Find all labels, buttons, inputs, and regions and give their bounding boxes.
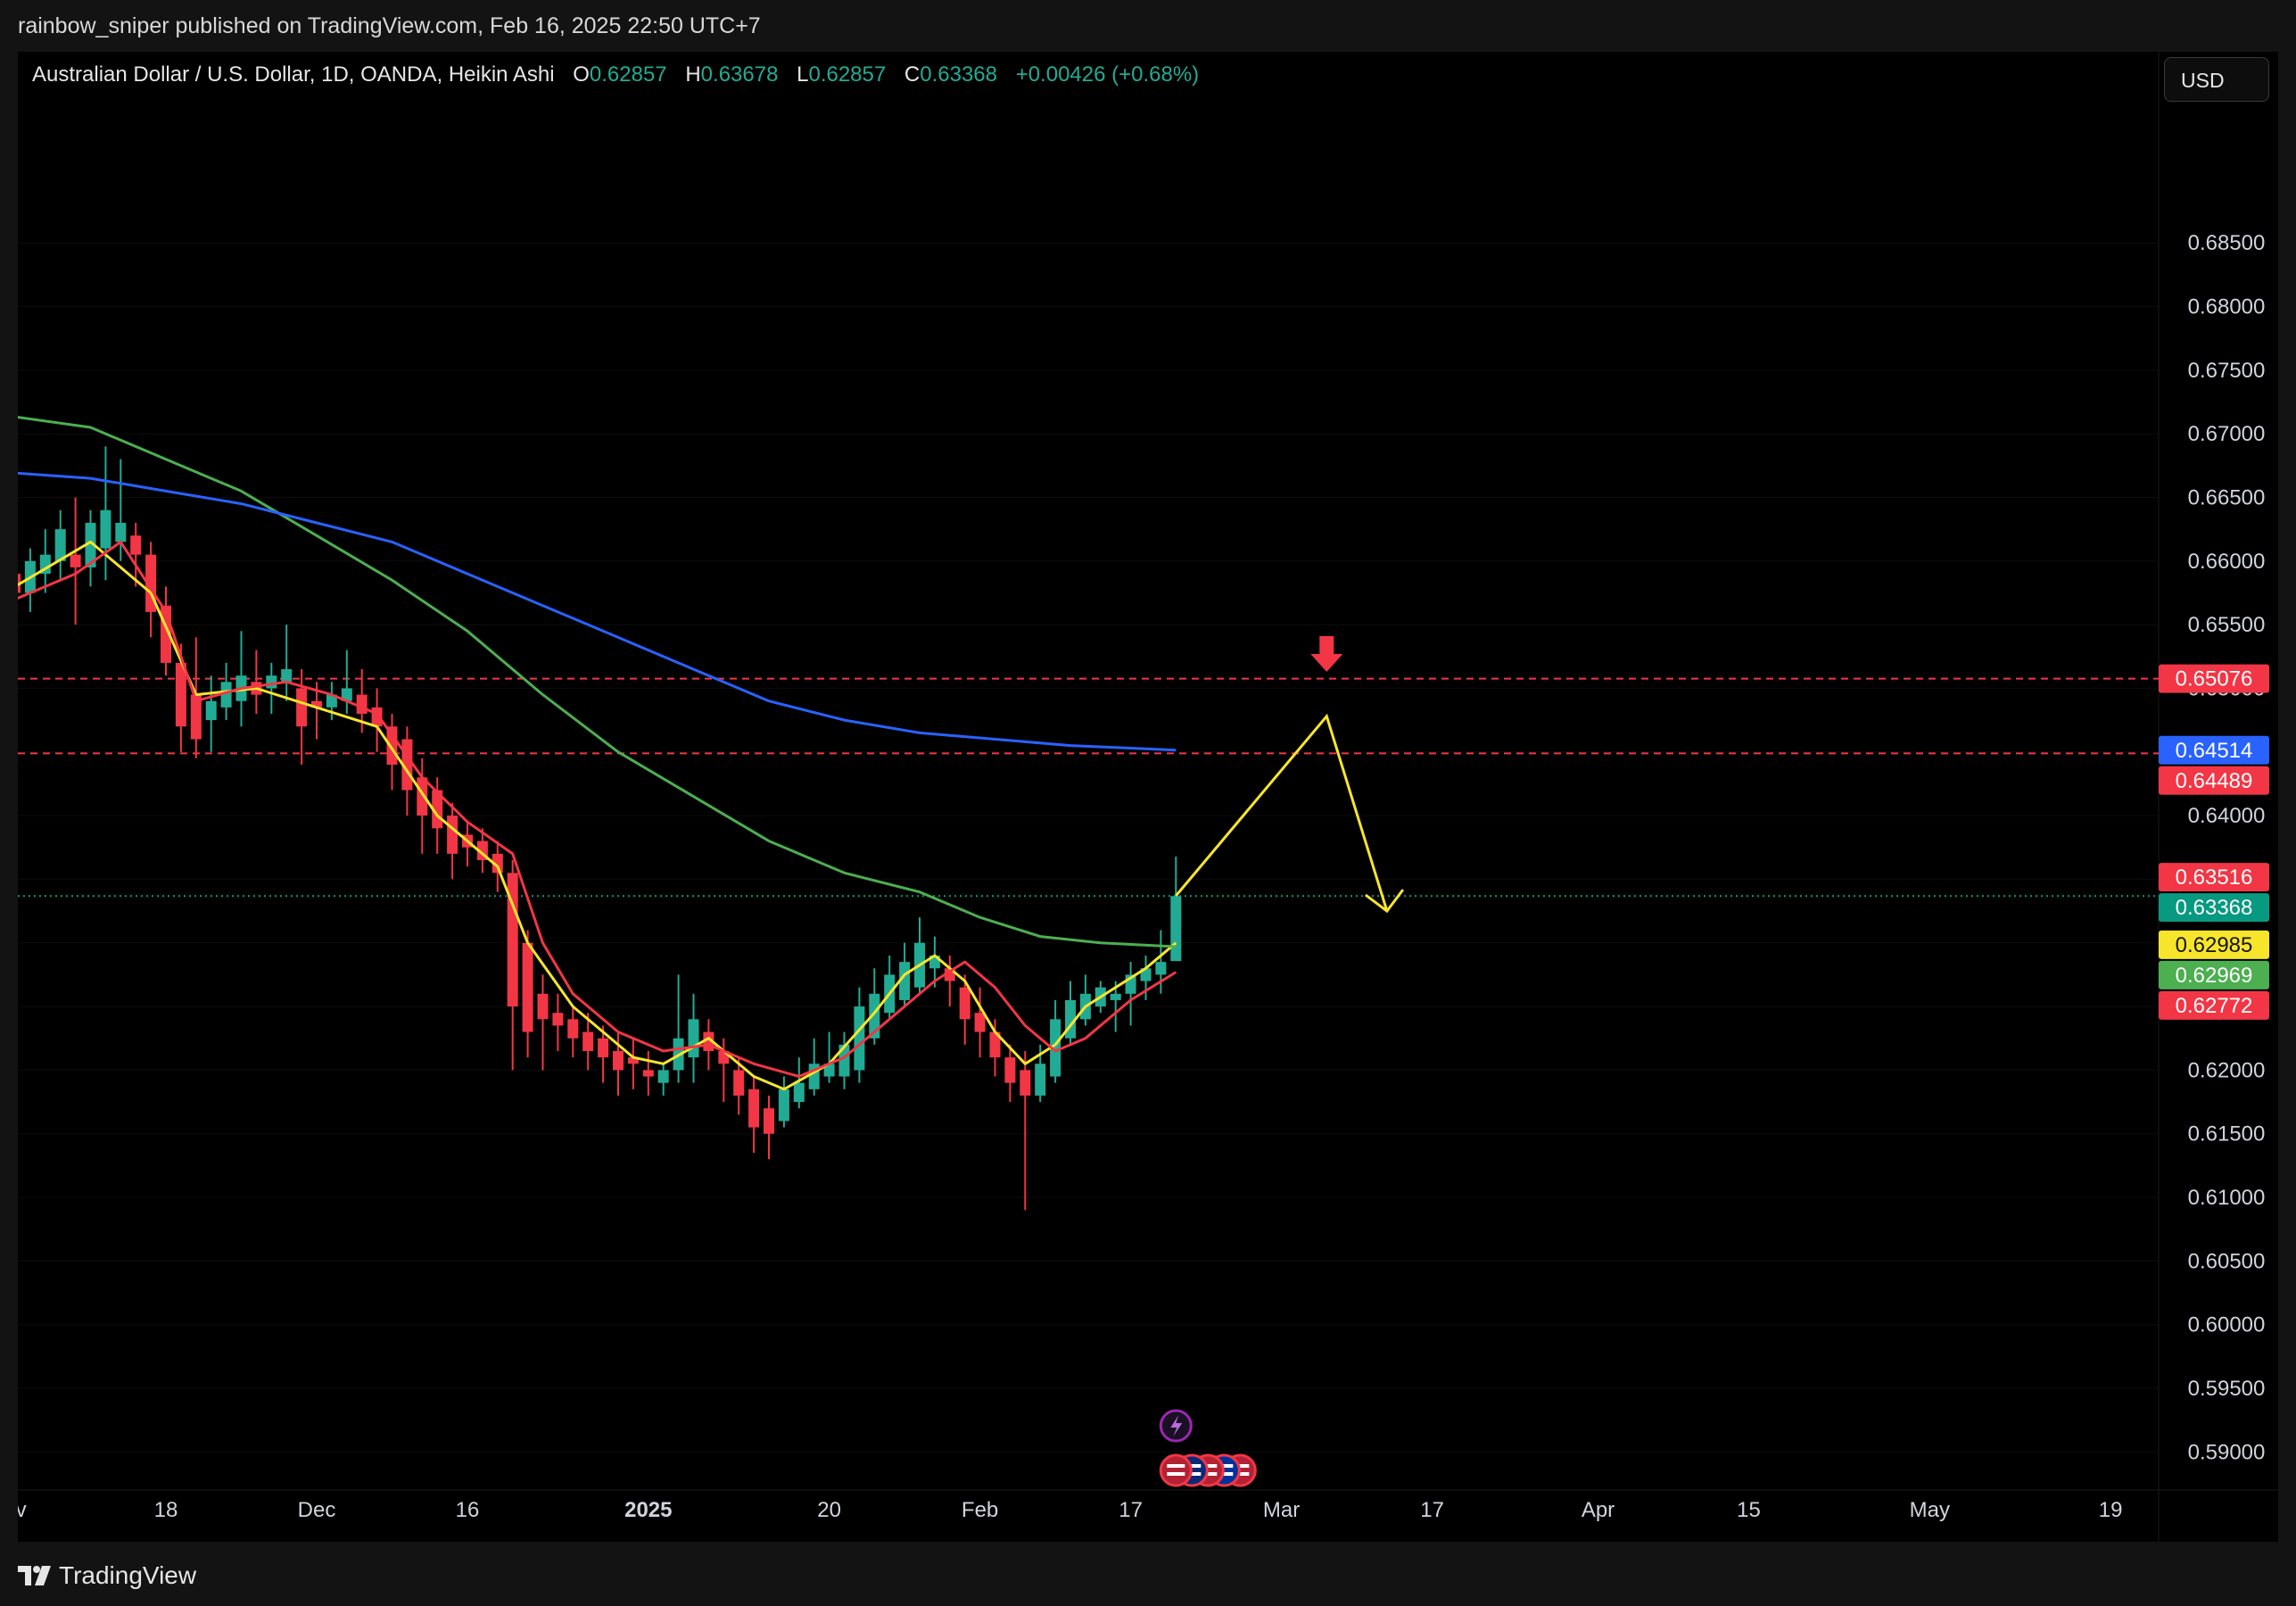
price-tag-label: 0.63516 bbox=[2176, 865, 2253, 890]
sell-arrow-icon[interactable] bbox=[1310, 635, 1343, 672]
candle-body bbox=[266, 675, 277, 689]
candle-body bbox=[130, 535, 142, 555]
price-tick-label: 0.65500 bbox=[2188, 613, 2266, 637]
candle-body bbox=[1170, 896, 1182, 962]
price-tag-label: 0.65076 bbox=[2176, 667, 2253, 691]
high-value: 0.63678 bbox=[700, 62, 779, 87]
time-tick-label: 2025 bbox=[624, 1498, 672, 1522]
price-tick-label: 0.68000 bbox=[2188, 295, 2266, 319]
candle-body bbox=[854, 1006, 865, 1071]
price-tag-label: 0.62772 bbox=[2176, 994, 2253, 1018]
time-tick-label: Dec bbox=[298, 1498, 336, 1522]
price-tick-label: 0.66000 bbox=[2188, 550, 2266, 574]
candle-body bbox=[733, 1070, 745, 1096]
change-value: +0.00426 (+0.68%) bbox=[1015, 62, 1200, 87]
candle-body bbox=[447, 815, 458, 854]
moving-average-line bbox=[18, 540, 1177, 1078]
price-tick-label: 0.67000 bbox=[2188, 422, 2266, 446]
candle-body bbox=[582, 1031, 594, 1051]
price-tick-label: 0.64000 bbox=[2188, 804, 2266, 828]
time-tick-label: Mar bbox=[1263, 1498, 1300, 1522]
price-tag-label: 0.63368 bbox=[2176, 896, 2253, 920]
open-label: O bbox=[573, 62, 590, 87]
candle-body bbox=[70, 554, 81, 567]
candle-body bbox=[205, 700, 217, 721]
time-tick-label: May bbox=[1910, 1498, 1950, 1522]
candle-body bbox=[1155, 962, 1167, 975]
tradingview-logo-icon bbox=[18, 1566, 51, 1585]
time-tick-label: Apr bbox=[1582, 1498, 1615, 1522]
candle-body bbox=[1110, 993, 1121, 1000]
low-value: 0.62857 bbox=[808, 62, 887, 87]
candle-body bbox=[1020, 1070, 1031, 1096]
candle-body bbox=[959, 987, 970, 1020]
chart-area[interactable]: 0.68500 0.68000 0.67500 0.67000 0.66500 0.660… bbox=[18, 52, 2278, 1542]
symbol-legend: Australian Dollar / U.S. Dollar, 1D, OAN… bbox=[32, 62, 1199, 87]
tradingview-brand: TradingView bbox=[59, 1561, 197, 1589]
candle-body bbox=[115, 523, 127, 542]
price-tick-label: 0.60000 bbox=[2188, 1313, 2266, 1337]
time-tick-label: 18 bbox=[154, 1498, 178, 1522]
flag-stripe bbox=[1167, 1472, 1185, 1476]
price-tick-label: 0.62000 bbox=[2188, 1058, 2266, 1082]
candle-body bbox=[296, 688, 308, 727]
high-label: H bbox=[685, 62, 701, 87]
time-tick-label: 17 bbox=[1119, 1498, 1143, 1522]
time-tick-label: ov bbox=[18, 1498, 27, 1522]
candle-body bbox=[974, 1013, 986, 1032]
candle-body bbox=[281, 669, 293, 683]
candle-body bbox=[688, 1019, 699, 1058]
top-bar: rainbow_sniper published on TradingView.… bbox=[0, 0, 2296, 52]
candle-body bbox=[567, 1019, 579, 1039]
candle-body bbox=[642, 1070, 654, 1077]
currency-button[interactable]: USD bbox=[2164, 57, 2269, 102]
close-label: C bbox=[904, 62, 921, 87]
tradingview-logo[interactable]: TradingView bbox=[18, 1561, 196, 1590]
price-tick-label: 0.66500 bbox=[2188, 485, 2266, 509]
open-value: 0.62857 bbox=[589, 62, 667, 87]
price-tick-label: 0.60500 bbox=[2188, 1249, 2266, 1273]
price-tag-label: 0.64514 bbox=[2176, 739, 2253, 763]
close-value: 0.63368 bbox=[920, 62, 998, 87]
candle-body bbox=[613, 1051, 624, 1071]
candle-body bbox=[1035, 1064, 1046, 1096]
price-tick-label: 0.61000 bbox=[2188, 1186, 2266, 1210]
candle-body bbox=[748, 1089, 760, 1128]
low-label: L bbox=[797, 62, 809, 87]
time-tick-label: 19 bbox=[2099, 1498, 2123, 1522]
time-tick-label: 17 bbox=[1420, 1498, 1444, 1522]
price-tag-label: 0.64489 bbox=[2176, 769, 2253, 793]
price-tag-label: 0.62985 bbox=[2176, 933, 2253, 957]
price-tick-label: 0.59500 bbox=[2188, 1377, 2266, 1401]
footer-bar bbox=[0, 1542, 2296, 1606]
candle-body bbox=[793, 1082, 805, 1103]
price-chart[interactable]: 0.68500 0.68000 0.67500 0.67000 0.66500 0.660… bbox=[18, 52, 2278, 1542]
time-tick-label: 15 bbox=[1737, 1498, 1761, 1522]
candle-body bbox=[657, 1070, 669, 1083]
price-tick-label: 0.67500 bbox=[2188, 359, 2266, 383]
price-tag-label: 0.62969 bbox=[2176, 964, 2253, 988]
candle-body bbox=[522, 942, 533, 1032]
time-tick-label: 16 bbox=[456, 1498, 480, 1522]
candle-body bbox=[356, 694, 368, 714]
candle-body bbox=[778, 1089, 789, 1122]
projection-path[interactable] bbox=[1175, 713, 1389, 912]
price-tick-label: 0.59000 bbox=[2188, 1440, 2266, 1464]
price-tick-label: 0.61500 bbox=[2188, 1122, 2266, 1147]
candle-body bbox=[100, 509, 111, 549]
time-tick-label: Feb bbox=[962, 1498, 998, 1522]
price-tick-label: 0.68500 bbox=[2188, 231, 2266, 255]
candle-body bbox=[552, 1013, 564, 1026]
symbol-title: Australian Dollar / U.S. Dollar, 1D, OAN… bbox=[32, 62, 555, 87]
flag-stripe bbox=[1167, 1464, 1185, 1468]
candle-body bbox=[537, 993, 549, 1020]
candle-body bbox=[598, 1038, 609, 1058]
candle-body bbox=[1004, 1057, 1016, 1083]
time-tick-label: 20 bbox=[817, 1498, 841, 1522]
us-flag-icon[interactable] bbox=[1159, 1453, 1193, 1487]
published-info: rainbow_sniper published on TradingView.… bbox=[18, 13, 761, 38]
candle-body bbox=[764, 1108, 774, 1134]
